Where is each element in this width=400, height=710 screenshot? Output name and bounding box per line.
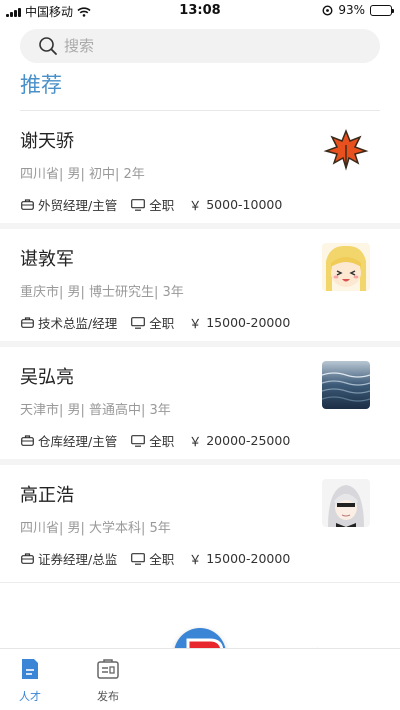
- candidate-list: 谢天骄 四川省| 男| 初中| 2年 外贸经理/主管 全职 ￥ 5000-100…: [0, 111, 400, 583]
- monitor-icon: [131, 198, 146, 211]
- position-tag: 证券经理/总监: [20, 549, 117, 568]
- briefcase-icon: [20, 435, 34, 447]
- salary-label: 15000-20000: [206, 551, 291, 566]
- salary-tag: ￥ 15000-20000: [188, 551, 291, 567]
- candidate-meta: 四川省| 男| 大学本科| 5年: [20, 521, 171, 536]
- job-type-label: 全职: [149, 316, 175, 331]
- salary-label: 5000-10000: [206, 197, 283, 212]
- silver-hair-avatar: [322, 479, 370, 527]
- salary-tag: ￥ 5000-10000: [188, 197, 283, 213]
- monitor-icon: [131, 434, 146, 447]
- salary-tag: ￥ 20000-25000: [188, 433, 291, 449]
- monitor-icon: [131, 316, 146, 329]
- position-label: 仓库经理/主管: [38, 434, 118, 449]
- section-title: 推荐: [20, 73, 62, 97]
- nav-item-publish[interactable]: 发布: [88, 657, 128, 704]
- alarm-icon: [322, 4, 333, 16]
- salary-label: 20000-25000: [206, 433, 291, 448]
- job-type-tag: 全职: [131, 431, 174, 450]
- people-doc-icon: [22, 659, 38, 679]
- position-tag: 仓库经理/主管: [20, 431, 117, 450]
- maple-leaf-avatar: [322, 125, 370, 173]
- nav-item-people[interactable]: 人才: [10, 657, 50, 704]
- briefcase-icon: [20, 317, 34, 329]
- position-label: 证券经理/总监: [38, 552, 118, 567]
- briefcase-icon: [20, 199, 34, 211]
- candidate-tags: 证券经理/总监 全职 ￥ 15000-20000: [20, 549, 304, 568]
- position-label: 技术总监/经理: [38, 316, 118, 331]
- publish-icon: [97, 659, 119, 679]
- candidate-card[interactable]: 高正浩 四川省| 男| 大学本科| 5年 证券经理/总监 全职 ￥ 15000-…: [0, 465, 400, 583]
- job-type-tag: 全职: [131, 195, 174, 214]
- yen-icon: ￥: [188, 552, 202, 567]
- position-label: 外贸经理/主管: [38, 198, 118, 213]
- search-bar[interactable]: [20, 29, 380, 63]
- candidate-meta: 四川省| 男| 初中| 2年: [20, 167, 145, 182]
- battery-percent: 93%: [338, 3, 365, 17]
- job-type-label: 全职: [149, 552, 175, 567]
- salary-label: 15000-20000: [206, 315, 291, 330]
- yen-icon: ￥: [188, 316, 202, 331]
- position-tag: 外贸经理/主管: [20, 195, 117, 214]
- candidate-card[interactable]: 吴弘亮 天津市| 男| 普通高中| 3年 仓库经理/主管 全职 ￥ 20000-…: [0, 347, 400, 465]
- bottom-nav: 人才 发布: [0, 648, 400, 710]
- candidate-name: 谌敦军: [20, 249, 74, 270]
- search-input[interactable]: [64, 37, 364, 55]
- candidate-name: 谢天骄: [20, 131, 74, 152]
- candidate-card[interactable]: 谌敦军 重庆市| 男| 博士研究生| 3年 技术总监/经理 全职 ￥ 15000…: [0, 229, 400, 347]
- candidate-name: 高正浩: [20, 485, 74, 506]
- yen-icon: ￥: [188, 198, 202, 213]
- monitor-icon: [131, 552, 146, 565]
- candidate-name: 吴弘亮: [20, 367, 74, 388]
- battery-icon: [370, 4, 394, 16]
- status-right: 93%: [322, 3, 394, 17]
- briefcase-icon: [20, 553, 34, 565]
- candidate-meta: 重庆市| 男| 博士研究生| 3年: [20, 285, 184, 300]
- search-icon: [39, 37, 57, 55]
- job-type-tag: 全职: [131, 549, 174, 568]
- nav-label-publish: 发布: [97, 690, 119, 703]
- job-type-tag: 全职: [131, 313, 174, 332]
- candidate-tags: 技术总监/经理 全职 ￥ 15000-20000: [20, 313, 304, 332]
- status-bar: 中国移动 13:08 93%: [0, 0, 400, 22]
- position-tag: 技术总监/经理: [20, 313, 117, 332]
- job-type-label: 全职: [149, 198, 175, 213]
- candidate-meta: 天津市| 男| 普通高中| 3年: [20, 403, 171, 418]
- candidate-card[interactable]: 谢天骄 四川省| 男| 初中| 2年 外贸经理/主管 全职 ￥ 5000-100…: [0, 111, 400, 229]
- candidate-tags: 外贸经理/主管 全职 ￥ 5000-10000: [20, 195, 296, 214]
- job-type-label: 全职: [149, 434, 175, 449]
- water-avatar: [322, 361, 370, 409]
- candidate-tags: 仓库经理/主管 全职 ￥ 20000-25000: [20, 431, 304, 450]
- salary-tag: ￥ 15000-20000: [188, 315, 291, 331]
- nav-label-people: 人才: [19, 690, 41, 703]
- anime-girl-avatar: [322, 243, 370, 291]
- yen-icon: ￥: [188, 434, 202, 449]
